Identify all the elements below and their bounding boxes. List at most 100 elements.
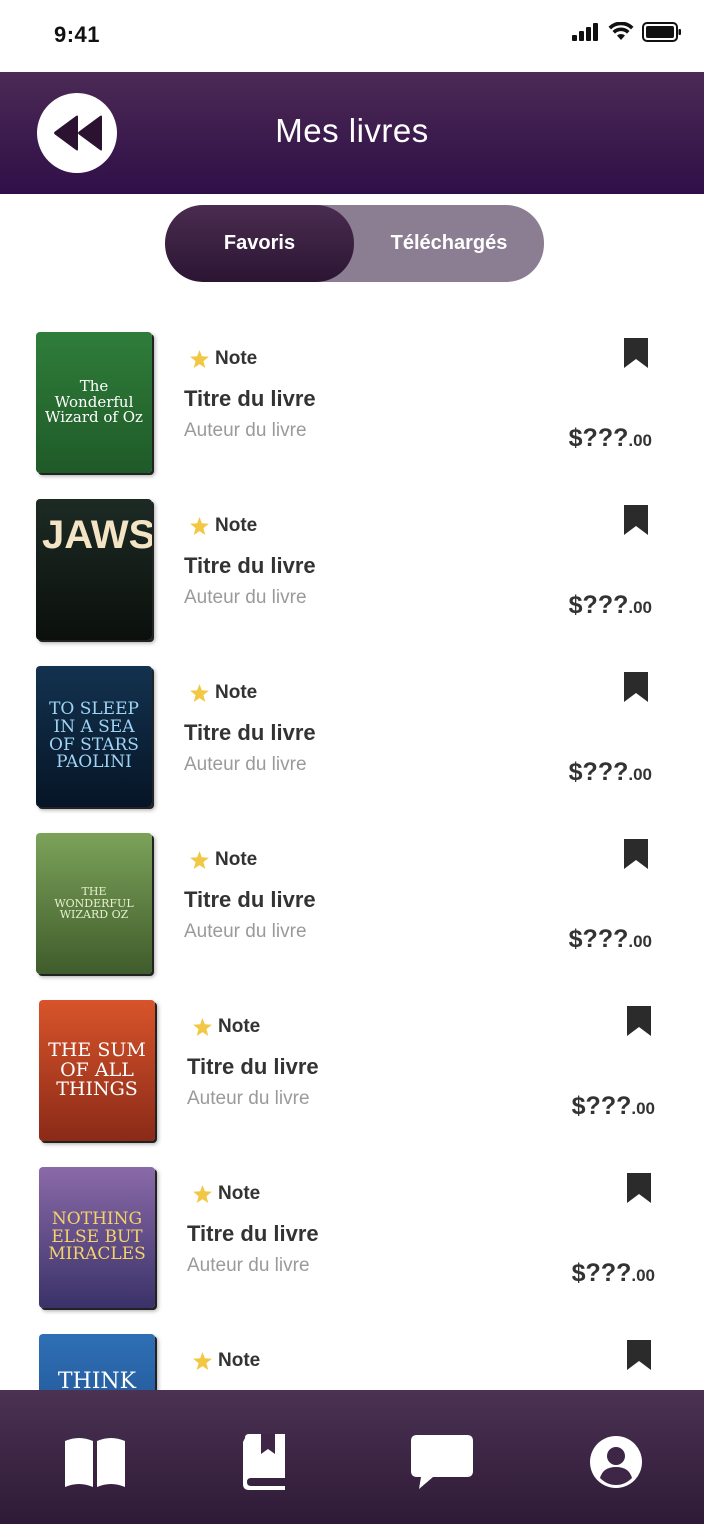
star-icon (193, 1185, 212, 1203)
book-author: Auteur du livre (184, 754, 307, 775)
book-title[interactable]: Titre du livre (184, 720, 316, 746)
book-price: $???.00 (569, 424, 652, 453)
cellular-signal-icon (572, 23, 598, 41)
rating: Note (193, 1183, 260, 1205)
book-price: $???.00 (572, 1092, 655, 1121)
rating: Note (190, 682, 257, 704)
star-icon (193, 1018, 212, 1036)
price-cents: .00 (631, 1266, 655, 1285)
book-row[interactable]: The Wonderful Wizard of Oz Note Titre du… (0, 320, 704, 473)
nav-library[interactable] (63, 1434, 127, 1490)
price-main: $??? (568, 424, 629, 452)
rating-label: Note (215, 348, 258, 369)
star-icon (193, 1352, 212, 1370)
book-cover-title: NOTHING ELSE BUT MIRACLES (48, 1208, 146, 1265)
price-main: $??? (568, 925, 629, 953)
nav-my-books[interactable] (232, 1434, 296, 1490)
book-row[interactable]: TO SLEEP IN A SEA OF STARS PAOLINI Note … (0, 654, 704, 807)
book-row[interactable]: NOTHING ELSE BUT MIRACLES Note Titre du … (0, 1155, 704, 1308)
rating-label: Note (215, 515, 258, 536)
price-main: $??? (571, 1259, 632, 1287)
book-author: Auteur du livre (187, 1255, 310, 1276)
book-cover-title: THE WONDERFUL WIZARD OZ (54, 885, 134, 922)
tab-favoris[interactable]: Favoris (165, 205, 354, 282)
book-price: $???.00 (569, 591, 652, 620)
rating: Note (190, 348, 257, 370)
rating-label: Note (218, 1350, 261, 1371)
rating-label: Note (215, 682, 258, 703)
book-cover-title: THINK AND GROW (57, 1368, 137, 1390)
price-cents: .00 (628, 765, 652, 784)
star-icon (190, 684, 209, 702)
book-title[interactable]: Titre du livre (187, 1221, 319, 1247)
book-cover-title: TO SLEEP IN A SEA OF STARS PAOLINI (49, 698, 139, 773)
bookmark-icon[interactable] (627, 1006, 651, 1036)
wifi-icon (608, 22, 634, 40)
bookmark-icon[interactable] (624, 338, 648, 368)
bookmark-icon[interactable] (624, 839, 648, 869)
bookmark-icon[interactable] (627, 1173, 651, 1203)
book-row[interactable]: THE WONDERFUL WIZARD OZ Note Titre du li… (0, 821, 704, 974)
bookmark-icon[interactable] (624, 505, 648, 535)
book-cover[interactable]: THE WONDERFUL WIZARD OZ (36, 833, 152, 974)
book-title[interactable]: Titre du livre (184, 887, 316, 913)
chat-bubble-icon (411, 1435, 473, 1489)
battery-icon (642, 22, 681, 42)
rating-label: Note (218, 1183, 261, 1204)
book-author: Auteur du livre (184, 921, 307, 942)
nav-messages[interactable] (410, 1434, 474, 1490)
page-title: Mes livres (275, 112, 429, 149)
book-list: The Wonderful Wizard of Oz Note Titre du… (0, 320, 704, 1390)
rating-label: Note (215, 849, 258, 870)
star-icon (190, 517, 209, 535)
book-cover-title: THE SUM OF ALL THINGS (48, 1038, 146, 1101)
book-price: $???.00 (572, 1259, 655, 1288)
rating: Note (190, 849, 257, 871)
status-time: 9:41 (54, 22, 101, 47)
book-cover[interactable]: NOTHING ELSE BUT MIRACLES (39, 1167, 155, 1308)
book-author: Auteur du livre (184, 420, 307, 441)
price-main: $??? (568, 758, 629, 786)
status-icons (572, 22, 682, 42)
book-cover[interactable]: THINK AND GROW (39, 1334, 155, 1390)
price-cents: .00 (628, 598, 652, 617)
rating-label: Note (218, 1016, 261, 1037)
rating: Note (193, 1016, 260, 1038)
book-row[interactable]: THINK AND GROW Note Titre du livre Auteu… (0, 1322, 704, 1390)
nav-profile[interactable] (584, 1434, 648, 1490)
segmented-tabs: Téléchargés Favoris (165, 205, 544, 282)
price-cents: .00 (631, 1099, 655, 1118)
book-price: $???.00 (569, 925, 652, 954)
bottom-nav (0, 1390, 704, 1524)
app-header: Mes livres (0, 72, 704, 194)
status-bar: 9:41 (0, 0, 704, 72)
book-cover-title: JAWS (42, 512, 152, 557)
bookmarked-book-icon (243, 1434, 285, 1490)
tab-telecharges[interactable]: Téléchargés (354, 205, 544, 282)
star-icon (190, 851, 209, 869)
price-cents: .00 (628, 431, 652, 450)
price-cents: .00 (628, 932, 652, 951)
book-cover[interactable]: THE SUM OF ALL THINGS (39, 1000, 155, 1141)
price-main: $??? (571, 1092, 632, 1120)
book-price: $???.00 (569, 758, 652, 787)
book-cover-title: The Wonderful Wizard of Oz (45, 376, 143, 427)
rating: Note (193, 1350, 260, 1372)
book-cover[interactable]: JAWS (36, 499, 152, 640)
price-main: $??? (568, 591, 629, 619)
book-title[interactable]: Titre du livre (184, 386, 316, 412)
open-book-icon (65, 1438, 125, 1487)
bookmark-icon[interactable] (627, 1340, 651, 1370)
book-cover[interactable]: The Wonderful Wizard of Oz (36, 332, 152, 473)
book-cover[interactable]: TO SLEEP IN A SEA OF STARS PAOLINI (36, 666, 152, 807)
book-title[interactable]: Titre du livre (184, 553, 316, 579)
book-author: Auteur du livre (184, 587, 307, 608)
bookmark-icon[interactable] (624, 672, 648, 702)
profile-icon (590, 1436, 642, 1488)
book-row[interactable]: THE SUM OF ALL THINGS Note Titre du livr… (0, 988, 704, 1141)
rating: Note (190, 515, 257, 537)
book-title[interactable]: Titre du livre (187, 1054, 319, 1080)
book-author: Auteur du livre (187, 1088, 310, 1109)
star-icon (190, 350, 209, 368)
book-row[interactable]: JAWS Note Titre du livre Auteur du livre… (0, 487, 704, 640)
